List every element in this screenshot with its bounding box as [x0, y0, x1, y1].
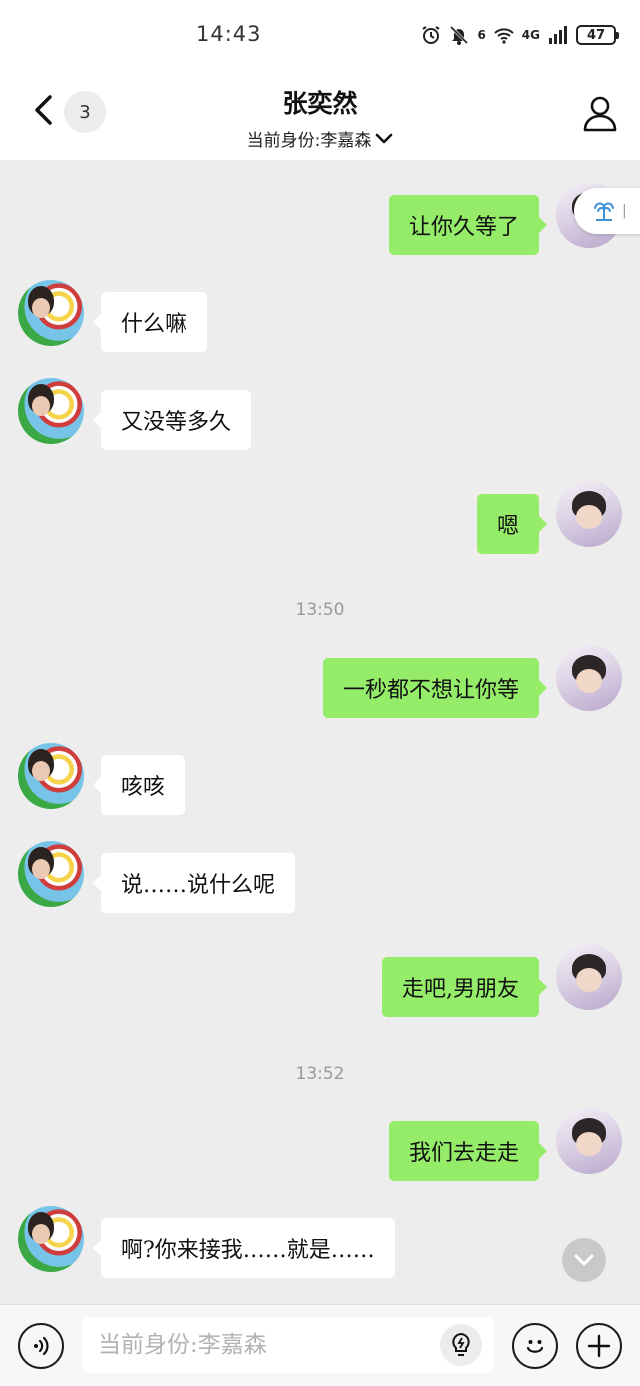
chat-title: 张奕然 — [282, 89, 358, 118]
input-bar — [0, 1304, 640, 1386]
signal-icon — [549, 26, 567, 44]
message-bubble-self[interactable]: 我们去走走 — [388, 1121, 548, 1181]
chevron-down-icon — [574, 1254, 594, 1266]
message-bubble-self[interactable]: 嗯 — [476, 494, 548, 554]
lightbulb-button[interactable] — [440, 1324, 482, 1366]
message-bubble-contact[interactable]: 说……说什么呢 — [92, 853, 296, 913]
message-bubble-self[interactable]: 走吧,男朋友 — [382, 957, 547, 1017]
avatar-self[interactable] — [556, 481, 622, 547]
alarm-icon — [422, 26, 440, 44]
avatar-self[interactable] — [556, 944, 622, 1010]
voice-button[interactable] — [18, 1323, 64, 1369]
person-icon[interactable] — [582, 94, 618, 132]
chevron-down-icon — [376, 133, 393, 143]
more-button[interactable] — [576, 1323, 622, 1369]
battery-level: 47 — [586, 27, 606, 43]
wifi-label: 6 — [477, 28, 486, 42]
scroll-down-button[interactable] — [562, 1238, 606, 1282]
avatar-contact[interactable] — [18, 841, 84, 907]
time-divider: 13:52 — [295, 1064, 345, 1084]
battery-indicator: 47 — [576, 25, 619, 45]
floating-widget[interactable]: | — [574, 188, 640, 234]
avatar-contact[interactable] — [18, 378, 84, 444]
status-icons: 6 4G 47 — [421, 22, 619, 48]
message-bubble-self[interactable]: 一秒都不想让你等 — [322, 658, 548, 718]
avatar-self[interactable] — [556, 645, 622, 711]
identity-label: 当前身份:李嘉森 — [246, 131, 372, 151]
message-input-box[interactable] — [82, 1317, 494, 1373]
plus-icon — [587, 1334, 611, 1358]
emoji-icon — [526, 1340, 544, 1353]
avatar-self[interactable] — [556, 1108, 622, 1174]
mute-bell-icon — [450, 25, 469, 45]
avatar-contact[interactable] — [18, 743, 84, 809]
wifi-icon — [494, 28, 514, 44]
title-area: 张奕然 当前身份:李嘉森 — [0, 84, 640, 151]
message-bubble-contact[interactable]: 啊?你来接我……就是…… — [93, 1218, 395, 1278]
time-divider: 13:50 — [295, 600, 345, 620]
network-label: 4G — [521, 28, 540, 42]
avatar-contact[interactable] — [18, 1206, 84, 1272]
message-bubble-contact[interactable]: 咳咳 — [92, 755, 186, 815]
float-tag-divider: | — [622, 203, 627, 219]
chat-header: 3 张奕然 当前身份:李嘉森 — [0, 70, 640, 160]
identity-switcher[interactable]: 当前身份:李嘉森 — [247, 126, 394, 151]
message-bubble-self[interactable]: 让你久等了 — [388, 195, 548, 255]
status-bar: 14:43 6 4G 47 — [0, 0, 640, 70]
message-list[interactable]: 让你久等了 什么嘛 又没等多久 嗯 13:50 一秒都不想让你等 咳咳 说……说… — [0, 160, 640, 1300]
lightbulb-icon — [452, 1332, 470, 1356]
message-bubble-contact[interactable]: 什么嘛 — [92, 292, 208, 352]
fountain-icon — [594, 202, 614, 221]
voice-icon — [34, 1336, 49, 1356]
avatar-contact[interactable] — [18, 280, 84, 346]
status-time: 14:43 — [196, 22, 262, 46]
message-input[interactable] — [98, 1317, 428, 1373]
message-bubble-contact[interactable]: 又没等多久 — [92, 390, 252, 450]
emoji-button[interactable] — [512, 1323, 558, 1369]
